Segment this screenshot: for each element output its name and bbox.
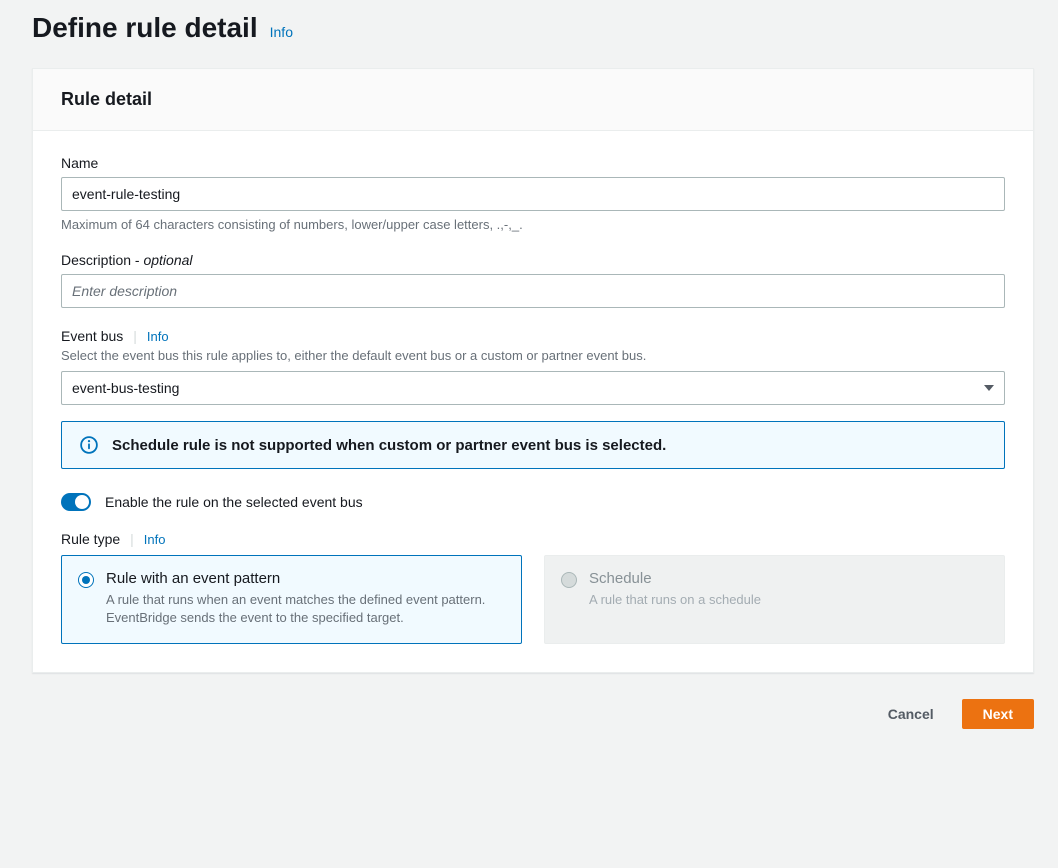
description-input[interactable] (61, 274, 1005, 308)
event-bus-select[interactable]: event-bus-testing (61, 371, 1005, 405)
name-input[interactable] (61, 177, 1005, 211)
chevron-down-icon (984, 385, 994, 391)
enable-rule-toggle[interactable] (61, 493, 91, 511)
description-label-text: Description - (61, 252, 143, 268)
panel-title: Rule detail (61, 89, 1005, 110)
tile-title: Schedule (589, 570, 761, 587)
rule-type-group: Rule type | Info Rule with an event patt… (61, 531, 1005, 644)
rule-type-option-schedule: Schedule A rule that runs on a schedule (544, 555, 1005, 644)
page-header: Define rule detail Info (32, 12, 1034, 44)
radio-icon (561, 572, 577, 588)
page-info-link[interactable]: Info (270, 24, 293, 40)
separator: | (130, 531, 134, 547)
separator: | (133, 328, 137, 344)
cancel-button[interactable]: Cancel (876, 700, 946, 728)
next-button[interactable]: Next (962, 699, 1034, 729)
name-field-group: Name Maximum of 64 characters consisting… (61, 155, 1005, 232)
event-bus-label: Event bus (61, 328, 123, 344)
event-bus-hint: Select the event bus this rule applies t… (61, 348, 1005, 363)
info-circle-icon (80, 436, 98, 454)
toggle-knob (75, 495, 89, 509)
description-field-group: Description - optional (61, 252, 1005, 308)
rule-type-info-link[interactable]: Info (144, 532, 166, 547)
tile-description: A rule that runs on a schedule (589, 591, 761, 609)
alert-message: Schedule rule is not supported when cust… (112, 437, 666, 454)
enable-toggle-label: Enable the rule on the selected event bu… (105, 494, 363, 510)
footer-actions: Cancel Next (32, 699, 1034, 729)
event-bus-info-link[interactable]: Info (147, 329, 169, 344)
panel-header: Rule detail (33, 69, 1033, 131)
rule-detail-panel: Rule detail Name Maximum of 64 character… (32, 68, 1034, 673)
description-label: Description - optional (61, 252, 1005, 268)
rule-type-label: Rule type (61, 531, 120, 547)
tile-title: Rule with an event pattern (106, 570, 505, 587)
tile-description: A rule that runs when an event matches t… (106, 591, 505, 627)
page-title: Define rule detail (32, 12, 258, 44)
description-optional-text: optional (143, 252, 192, 268)
rule-type-option-event-pattern[interactable]: Rule with an event pattern A rule that r… (61, 555, 522, 644)
event-bus-selected-value: event-bus-testing (72, 380, 179, 396)
name-label: Name (61, 155, 1005, 171)
event-bus-field-group: Event bus | Info Select the event bus th… (61, 328, 1005, 469)
enable-toggle-row: Enable the rule on the selected event bu… (61, 493, 1005, 511)
info-alert: Schedule rule is not supported when cust… (61, 421, 1005, 469)
radio-icon (78, 572, 94, 588)
name-hint: Maximum of 64 characters consisting of n… (61, 217, 1005, 232)
